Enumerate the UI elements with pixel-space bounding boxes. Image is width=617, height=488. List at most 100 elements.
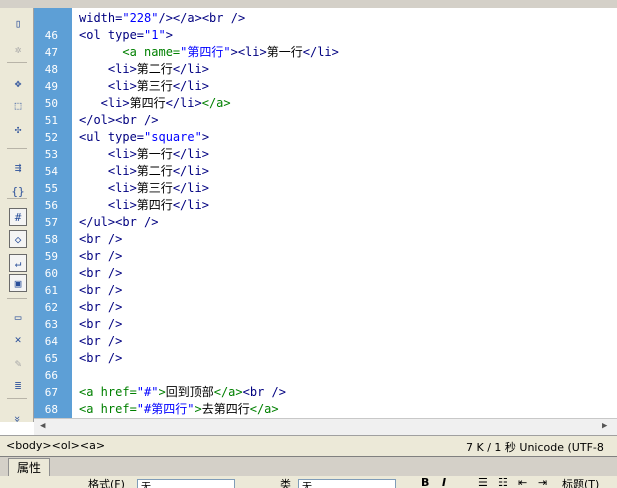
indent-icon[interactable]: ⇥	[538, 476, 547, 488]
code-token: 第二行	[136, 164, 173, 178]
line-number: 65	[44, 352, 58, 365]
code-line[interactable]: <li>第二行</li>	[79, 61, 209, 78]
code-token: <br />	[79, 351, 123, 365]
line-number: 54	[44, 165, 58, 178]
hash-icon[interactable]: #	[9, 208, 27, 226]
code-token: 第一行	[266, 45, 303, 59]
code-token: 第四行	[129, 96, 166, 110]
italic-button[interactable]: I	[442, 476, 446, 488]
code-line[interactable]: <br />	[79, 265, 122, 282]
code-line[interactable]: <a name="第四行"><li>第一行</li>	[79, 44, 339, 61]
highlight-icon[interactable]: ▣	[9, 274, 27, 292]
line-number: 60	[44, 267, 58, 280]
indent-icon[interactable]: ⇶	[9, 158, 27, 176]
bold-button[interactable]: B	[421, 476, 429, 488]
code-token: </li>	[172, 62, 209, 76]
more-icon[interactable]: »	[9, 410, 27, 428]
properties-tab[interactable]: 属性	[8, 458, 50, 477]
code-line[interactable]: <li>第一行</li>	[79, 146, 209, 163]
code-token: "square"	[144, 130, 202, 144]
format-select[interactable]: 无	[137, 479, 235, 488]
file-icon[interactable]: ▯	[9, 14, 27, 32]
code-line[interactable]: <li>第四行</li></a>	[79, 95, 231, 112]
code-token: </li>	[172, 79, 209, 93]
code-line[interactable]: <a href="#第四行">去第四行</a>	[79, 401, 279, 418]
scroll-left-icon[interactable]: ◀	[40, 421, 45, 431]
code-line[interactable]: </ol><br />	[79, 112, 158, 129]
line-number: 66	[44, 369, 58, 382]
code-line[interactable]: <br />	[79, 350, 122, 367]
format-label: 格式(F)	[88, 478, 125, 488]
ordered-list-icon[interactable]: ☷	[498, 476, 508, 488]
toolbar-separator	[7, 398, 27, 399]
code-token: <br />	[79, 283, 123, 297]
horizontal-scrollbar[interactable]: ◀ ▶	[34, 418, 617, 436]
line-number: 51	[44, 114, 58, 127]
unordered-list-icon[interactable]: ☰	[478, 476, 488, 488]
code-line[interactable]: <br />	[79, 299, 122, 316]
code-token: </a>	[201, 96, 231, 110]
code-token: 第三行	[136, 181, 173, 195]
code-line[interactable]: <a href="#">回到顶部</a><br />	[79, 384, 286, 401]
code-editor[interactable]: width="228"/></a><br /> <ol type="1"> <a …	[72, 8, 617, 418]
properties-panel-header: 属性	[0, 456, 617, 477]
code-line[interactable]: <br />	[79, 316, 122, 333]
class-select[interactable]: 无	[298, 479, 396, 488]
code-token: </li>	[172, 181, 209, 195]
code-line[interactable]: <li>第三行</li>	[79, 78, 209, 95]
code-line[interactable]: width="228"/></a><br />	[79, 10, 245, 27]
scroll-right-icon[interactable]: ▶	[602, 421, 607, 431]
line-number: 47	[44, 46, 58, 59]
code-line[interactable]: <li>第四行</li>	[79, 197, 209, 214]
code-line[interactable]: <ol type="1">	[79, 27, 173, 44]
code-line[interactable]: <ul type="square">	[79, 129, 209, 146]
code-token: >	[194, 402, 202, 416]
code-token: >	[158, 385, 166, 399]
tag-selector-breadcrumb[interactable]: <body><ol><a>	[6, 439, 105, 452]
code-token: <br />	[79, 266, 123, 280]
line-number: 67	[44, 386, 58, 399]
line-number: 52	[44, 131, 58, 144]
code-token: 第二行	[136, 62, 173, 76]
code-token: >	[165, 28, 173, 42]
line-number: 68	[44, 403, 58, 416]
wrap-icon[interactable]: ↵	[9, 254, 27, 272]
code-line[interactable]: <br />	[79, 333, 122, 350]
line-number: 55	[44, 182, 58, 195]
code-line[interactable]: <br />	[79, 248, 122, 265]
code-token: <br />	[79, 300, 123, 314]
code-token: <br />	[79, 334, 123, 348]
code-token: </li>	[172, 164, 209, 178]
code-token: <li>	[79, 181, 137, 195]
code-token: </li>	[165, 96, 202, 110]
code-line[interactable]: <br />	[79, 282, 122, 299]
line-number: 56	[44, 199, 58, 212]
format-icon[interactable]: ≣	[9, 376, 27, 394]
toolbar-separator	[7, 62, 27, 63]
collapse-icon[interactable]: ✣	[9, 120, 27, 138]
expand-icon[interactable]: ✥	[9, 74, 27, 92]
code-token: <li>	[79, 96, 130, 110]
code-line[interactable]: <li>第三行</li>	[79, 180, 209, 197]
code-token: "1"	[144, 28, 166, 42]
properties-bar: 格式(F) 无 类 无 B I ☰ ☷ ⇤ ⇥ 标题(T)	[0, 476, 617, 488]
code-token: "228"	[122, 11, 159, 25]
code-line[interactable]: </ul><br />	[79, 214, 158, 231]
code-token: <a href=	[79, 402, 137, 416]
class-label: 类	[280, 478, 291, 488]
select-icon[interactable]: ⬚	[9, 96, 27, 114]
code-token: 第四行	[136, 198, 173, 212]
remove-comment-icon[interactable]: ✕	[9, 330, 27, 348]
code-line[interactable]: <li>第二行</li>	[79, 163, 209, 180]
gear-icon[interactable]: ✲	[9, 40, 27, 58]
code-token: 回到顶部	[165, 385, 214, 399]
code-token: "第四行"	[180, 45, 231, 59]
outdent-icon[interactable]: ⇤	[518, 476, 527, 488]
class-value: 无	[302, 482, 312, 488]
brush-icon[interactable]: ✎	[9, 354, 27, 372]
line-number: 53	[44, 148, 58, 161]
code-token: 去第四行	[201, 402, 250, 416]
code-icon[interactable]: ◇	[9, 230, 27, 248]
comment-icon[interactable]: ▭	[9, 308, 27, 326]
code-line[interactable]: <br />	[79, 231, 122, 248]
